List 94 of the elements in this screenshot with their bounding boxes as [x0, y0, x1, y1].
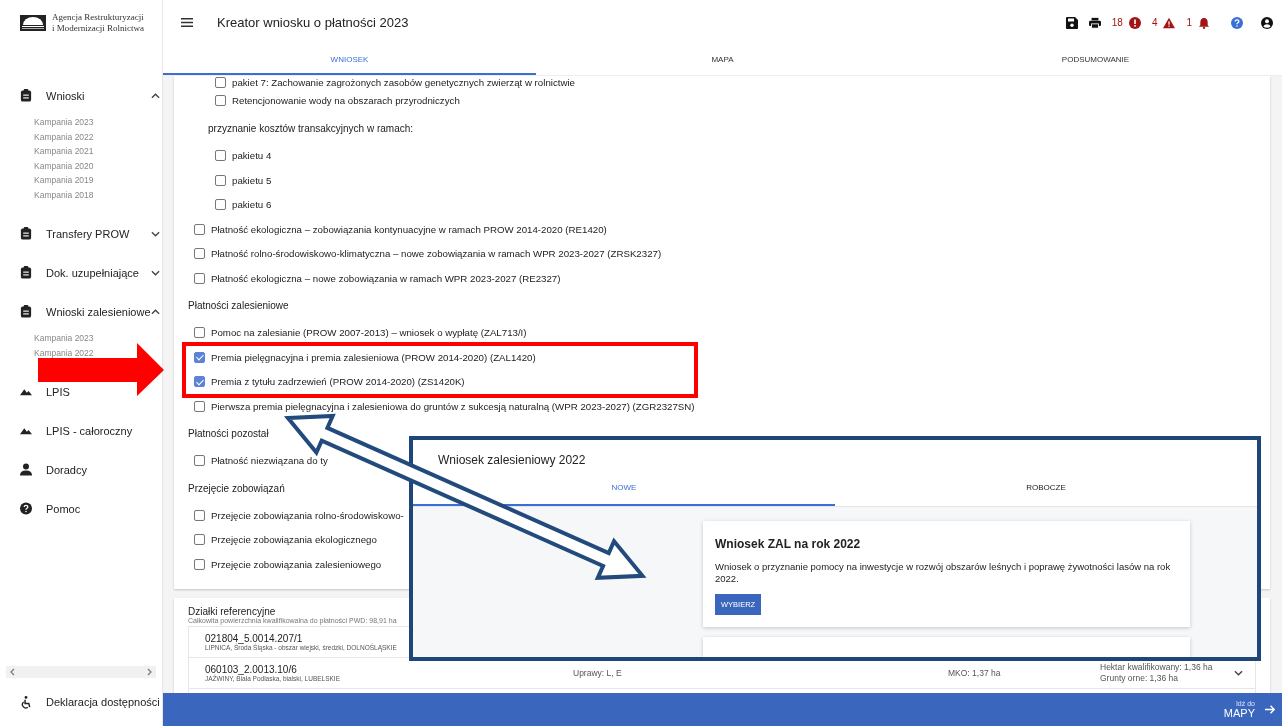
- accessibility-icon: [20, 695, 32, 709]
- checkbox-label[interactable]: Przejęcie zobowiązania rolno-środowiskowo-: [211, 509, 404, 521]
- checkbox[interactable]: [194, 223, 205, 235]
- checkbox[interactable]: [194, 327, 205, 339]
- checkbox[interactable]: [194, 534, 205, 546]
- checkbox-label[interactable]: pakietu 6: [232, 199, 272, 211]
- section-heading: Przejęcie zobowiązań: [188, 481, 285, 496]
- clipboard-icon: [20, 266, 32, 279]
- checkbox[interactable]: [215, 174, 226, 186]
- save-icon[interactable]: [1065, 16, 1078, 29]
- nav-subitem[interactable]: Kampania 2023: [34, 115, 94, 130]
- chevron-down-icon[interactable]: [150, 230, 160, 237]
- checkbox[interactable]: [215, 76, 226, 88]
- nav-subitem[interactable]: Kampania 2022: [34, 129, 94, 144]
- counter: 18: [1111, 17, 1123, 28]
- checkbox[interactable]: [194, 272, 205, 284]
- card-title: Działki referencyjne: [188, 605, 276, 617]
- checkbox-label[interactable]: pakietu 5: [232, 174, 272, 186]
- checkbox[interactable]: [215, 150, 226, 162]
- checkbox-label[interactable]: Płatność niezwiązana do ty: [211, 455, 328, 467]
- area-text: Grunty orne: 1,36 ha: [1100, 672, 1179, 684]
- clipboard-icon: [20, 89, 32, 102]
- chevron-up-icon[interactable]: [150, 308, 160, 315]
- menu-icon[interactable]: [181, 18, 193, 27]
- error-icon[interactable]: [1128, 16, 1141, 29]
- checkbox-label[interactable]: Pierwsza premia pielęgnacyjna i zalesieniowa do gruntów z sukcesją naturalną (WPR 2023-2027) (ZGR2327SN): [211, 400, 695, 412]
- nav-subitem[interactable]: Kampania 2023: [34, 331, 94, 346]
- checkbox[interactable]: [194, 455, 205, 467]
- checkbox-label[interactable]: Premia z tytułu zadrzewień (PROW 2014-2020) (ZS1420K): [211, 376, 465, 388]
- nav-subitem[interactable]: Kampania 2019: [34, 173, 94, 188]
- clipboard-icon: [20, 227, 32, 240]
- section-heading: Płatności pozostał: [188, 427, 269, 441]
- agency-name: i Modernizacji Rolnictwa: [52, 22, 144, 34]
- page-title: Kreator wniosku o płatności 2023: [217, 15, 409, 30]
- checkbox-label[interactable]: Płatność rolno-środowiskowo-klimatyczna – nowe zobowiązania w ramach WPR 2023-2027 (ZRSK2327): [211, 248, 662, 260]
- parcel-id[interactable]: 060103_2.0013.10/6: [205, 663, 297, 675]
- nav-item[interactable]: LPIS - całoroczny: [46, 424, 133, 437]
- checkbox-label[interactable]: pakietu 4: [232, 150, 272, 162]
- nav-subitem[interactable]: Kampania 2018: [34, 187, 94, 202]
- checkbox-label[interactable]: Pomoc na zalesianie (PROW 2007-2013) – wniosek o wypłatę (ZAL713/I): [211, 327, 527, 339]
- nav-subitem[interactable]: Kampania 2022: [34, 345, 94, 360]
- person-icon: [20, 463, 32, 476]
- nav-item[interactable]: Doradcy: [46, 463, 87, 476]
- nav-item[interactable]: Wnioski: [46, 89, 85, 102]
- checkbox[interactable]: [194, 376, 205, 388]
- bell-icon[interactable]: [1198, 16, 1210, 29]
- counter: 1: [1186, 17, 1192, 28]
- checkbox-label[interactable]: Płatność ekologiczna – zobowiązania kontynuacyjne w ramach PROW 2014-2020 (RE1420): [211, 223, 607, 235]
- card-title: Wniosek ZAL na rok 2022: [715, 537, 862, 551]
- help-icon: [20, 502, 32, 515]
- nav-item[interactable]: LPIS: [46, 385, 70, 398]
- account-icon[interactable]: [1261, 16, 1273, 29]
- checkbox[interactable]: [194, 558, 205, 570]
- nav-item[interactable]: Wnioski zalesieniowe: [46, 305, 151, 318]
- area-text: MKO: 1,37 ha: [948, 667, 1002, 678]
- checkbox[interactable]: [194, 400, 205, 412]
- dialog-title: Wniosek zalesieniowy 2022: [437, 452, 587, 469]
- checkbox-label[interactable]: Przejęcie zobowiązania ekologicznego: [211, 534, 377, 546]
- crops-text: Uprawy: L, E: [573, 667, 623, 678]
- counter: 4: [1151, 17, 1158, 28]
- nav-item[interactable]: Transfery PROW: [46, 227, 130, 240]
- area-text: Hektar kwalifikowany: 1,36 ha: [1100, 661, 1213, 673]
- checkbox-label[interactable]: Płatność ekologiczna – nowe zobowiązania w ramach WPR 2023-2027 (RE2327): [211, 272, 561, 284]
- chevron-down-icon[interactable]: [1234, 669, 1243, 676]
- checkbox[interactable]: [194, 509, 205, 521]
- checkbox[interactable]: [194, 351, 205, 363]
- nav-subitem[interactable]: Kampania 2020: [34, 158, 94, 173]
- help-icon[interactable]: [1231, 16, 1243, 29]
- warning-icon[interactable]: [1163, 16, 1176, 29]
- checkbox-label[interactable]: Retencjonowanie wody na obszarach przyrodniczych: [232, 94, 460, 106]
- tab[interactable]: WNIOSEK: [163, 45, 536, 75]
- chevron-down-icon[interactable]: [150, 269, 160, 276]
- chevron-right-icon[interactable]: [147, 668, 152, 676]
- nav-item[interactable]: Pomoc: [46, 502, 81, 515]
- arrow-right-icon: [1265, 704, 1276, 715]
- chevron-left-icon[interactable]: [10, 668, 15, 676]
- checkbox-label[interactable]: Premia pielęgnacyjna i premia zalesieniowa (PROW 2014-2020) (ZAL1420): [211, 351, 536, 363]
- chevron-up-icon[interactable]: [150, 92, 160, 99]
- checkbox[interactable]: [194, 248, 205, 260]
- agency-name: Agencja Restrukturyzacji: [52, 11, 144, 23]
- scrollbar[interactable]: [6, 666, 156, 678]
- checkbox-label[interactable]: Przejęcie zobowiązania zalesieniowego: [211, 558, 382, 570]
- section-heading: Płatności zalesieniowe: [188, 299, 289, 313]
- nav-subitem[interactable]: Kampania 2021: [34, 144, 94, 159]
- clipboard-icon: [20, 305, 32, 318]
- accessibility-link[interactable]: Deklaracja dostępności: [46, 696, 160, 708]
- checkbox[interactable]: [215, 199, 226, 211]
- nav-item[interactable]: Dok. uzupełniające: [46, 266, 139, 279]
- checkbox-label[interactable]: pakiet 7: Zachowanie zagrożonych zasobów genetycznych zwierząt w rolnictwie: [232, 76, 575, 88]
- parcel-id[interactable]: 021804_5.0014.207/1: [205, 632, 303, 644]
- group-label: przyznanie kosztów transakcyjnych w ramach:: [207, 121, 414, 136]
- card-description: Wniosek o przyznanie pomocy na inwestycje w rozwój obszarów leśnych i poprawę żywotności lasów na rok 2022.: [715, 561, 1172, 585]
- checkbox[interactable]: [215, 94, 226, 106]
- print-icon[interactable]: [1088, 16, 1101, 29]
